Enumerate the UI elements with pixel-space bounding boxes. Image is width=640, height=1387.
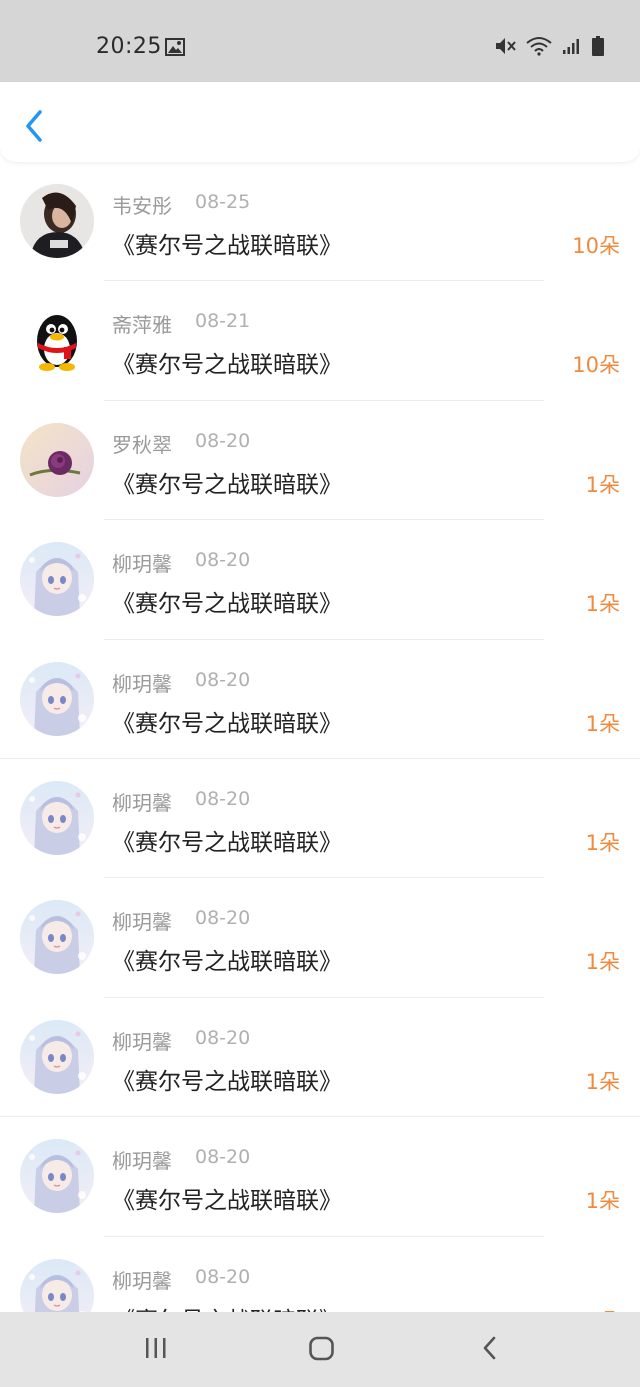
chevron-left-icon[interactable]	[16, 106, 52, 146]
item-date: 08-20	[195, 787, 251, 810]
item-title: 《赛尔号之战联暗联》	[112, 710, 342, 737]
status-bar: 20:25	[0, 0, 640, 82]
item-title: 《赛尔号之战联暗联》	[112, 949, 342, 976]
item-date: 08-20	[195, 429, 251, 452]
item-date: 08-25	[195, 191, 251, 213]
avatar[interactable]	[20, 661, 94, 736]
avatar[interactable]	[20, 1258, 94, 1312]
recent-apps-icon[interactable]	[143, 1334, 169, 1364]
item-title: 《赛尔号之战联暗联》	[112, 591, 342, 618]
item-date: 08-20	[195, 907, 251, 930]
avatar[interactable]	[20, 1019, 94, 1094]
item-date: 08-20	[195, 1265, 251, 1288]
item-title: 《赛尔号之战联暗联》	[112, 471, 342, 498]
gift-count: 1朵	[585, 1069, 620, 1094]
item-title: 《赛尔号之战联暗联》	[112, 1188, 342, 1215]
user-name: 柳玥馨	[112, 1149, 172, 1174]
user-name: 柳玥馨	[112, 552, 172, 577]
list-item[interactable]: 柳玥馨 08-20 《赛尔号之战联暗联》 1朵	[0, 1237, 640, 1312]
screen: 20:25 韦安彤 08-25 《赛尔号之战联暗联》 10朵 斋萍雅 08-21…	[0, 0, 640, 1387]
item-title: 《赛尔号之战联暗联》	[112, 1068, 342, 1095]
list-item[interactable]: 罗秋翠 08-20 《赛尔号之战联暗联》 1朵	[0, 401, 640, 521]
item-title: 《赛尔号之战联暗联》	[112, 352, 342, 379]
avatar[interactable]	[20, 422, 94, 497]
header	[0, 82, 640, 162]
item-title: 《赛尔号之战联暗联》	[112, 829, 342, 856]
list-item[interactable]: 柳玥馨 08-20 《赛尔号之战联暗联》 1朵	[0, 640, 640, 759]
list-item[interactable]: 韦安彤 08-25 《赛尔号之战联暗联》 10朵	[0, 162, 640, 282]
list-item[interactable]: 斋萍雅 08-21 《赛尔号之战联暗联》 10朵	[0, 281, 640, 401]
gift-count: 1朵	[585, 472, 620, 497]
user-name: 韦安彤	[112, 194, 172, 218]
list-item[interactable]: 柳玥馨 08-20 《赛尔号之战联暗联》 1朵	[0, 520, 640, 640]
status-time: 20:25	[96, 34, 162, 59]
item-title: 《赛尔号之战联暗联》	[112, 1301, 342, 1312]
user-name: 柳玥馨	[112, 671, 172, 696]
gift-list: 韦安彤 08-25 《赛尔号之战联暗联》 10朵 斋萍雅 08-21 《赛尔号之战联暗联》…	[0, 162, 640, 1312]
user-name: 柳玥馨	[112, 910, 172, 935]
image-icon	[165, 38, 185, 56]
item-title: 《赛尔号之战联暗联》	[112, 233, 342, 259]
user-name: 罗秋翠	[112, 432, 172, 457]
user-name: 斋萍雅	[112, 313, 172, 338]
gift-count: 10朵	[572, 234, 620, 258]
item-date: 08-20	[195, 1026, 251, 1049]
signal-icon	[563, 39, 579, 54]
gift-count: 1朵	[585, 1189, 620, 1214]
mute-icon	[496, 38, 516, 54]
home-icon[interactable]	[308, 1334, 336, 1364]
wifi-icon	[526, 37, 552, 56]
item-date: 08-20	[195, 549, 251, 572]
item-date: 08-20	[195, 668, 251, 691]
avatar[interactable]	[20, 542, 94, 617]
avatar[interactable]	[20, 780, 94, 855]
gift-count: 1朵	[585, 830, 620, 855]
item-date: 08-20	[195, 1146, 251, 1169]
list-item[interactable]: 柳玥馨 08-20 《赛尔号之战联暗联》 1朵	[0, 878, 640, 998]
gift-count: 1朵	[585, 592, 620, 617]
list-item[interactable]: 柳玥馨 08-20 《赛尔号之战联暗联》 1朵	[0, 998, 640, 1118]
user-name: 柳玥馨	[112, 1268, 172, 1293]
back-icon[interactable]	[478, 1334, 502, 1364]
list-item[interactable]: 柳玥馨 08-20 《赛尔号之战联暗联》 1朵	[0, 1117, 640, 1237]
battery-icon	[592, 36, 604, 56]
gift-count: 1朵	[585, 950, 620, 975]
list-item[interactable]: 柳玥馨 08-20 《赛尔号之战联暗联》 1朵	[0, 759, 640, 879]
user-name: 柳玥馨	[112, 790, 172, 815]
user-name: 柳玥馨	[112, 1029, 172, 1054]
avatar[interactable]	[20, 303, 94, 378]
avatar[interactable]	[20, 1139, 94, 1214]
avatar[interactable]	[20, 900, 94, 975]
item-date: 08-21	[195, 310, 251, 333]
system-nav-bar	[0, 1312, 640, 1387]
avatar[interactable]	[20, 184, 94, 258]
gift-count: 1朵	[585, 711, 620, 736]
gift-count: 1朵	[586, 1305, 620, 1312]
gift-count: 10朵	[572, 353, 620, 378]
